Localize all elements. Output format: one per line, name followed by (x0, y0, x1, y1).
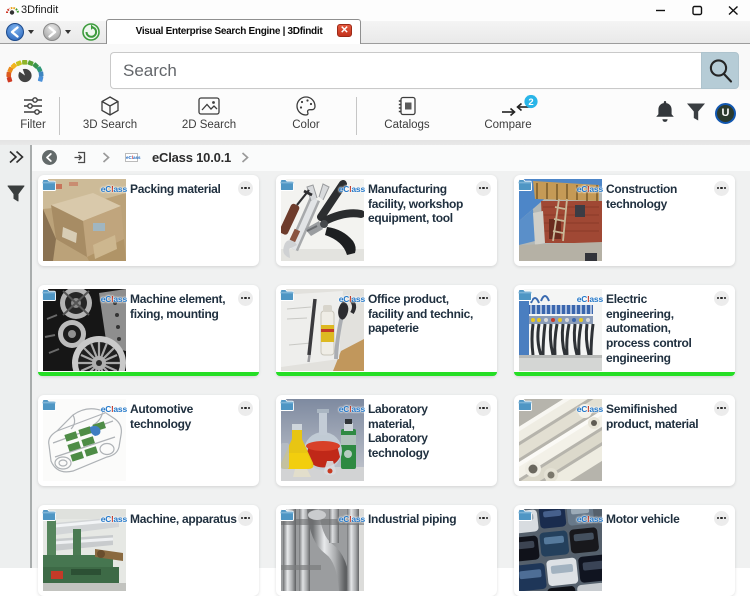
svg-text:2: 2 (528, 97, 533, 108)
